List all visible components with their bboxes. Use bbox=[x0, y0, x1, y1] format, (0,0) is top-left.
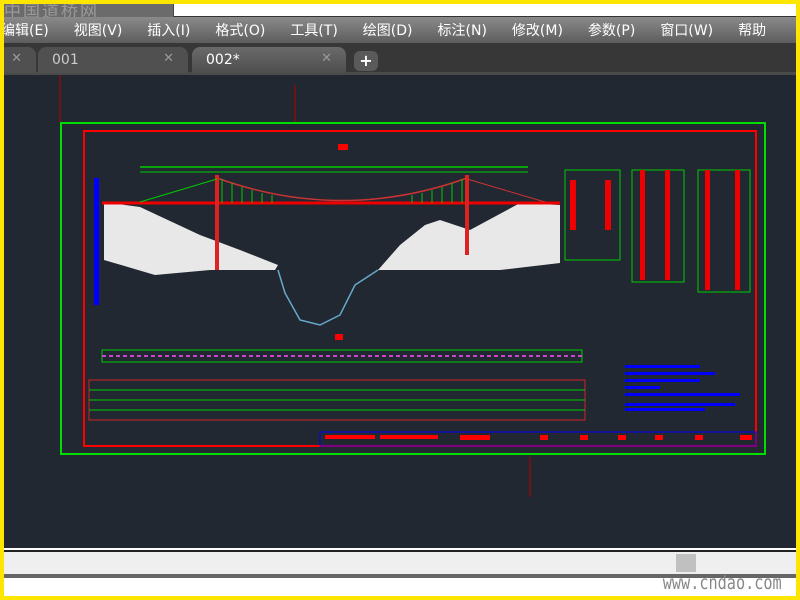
riverbed-line bbox=[277, 269, 379, 326]
document-tab-bar: ✕ 001 ✕ 002* ✕ + bbox=[0, 43, 800, 75]
watermark: www.cndao.com bbox=[663, 572, 782, 594]
notes-text bbox=[625, 365, 740, 411]
title-block-mark bbox=[338, 144, 348, 150]
menu-help[interactable]: 帮助 bbox=[725, 20, 778, 40]
new-tab-button[interactable]: + bbox=[354, 51, 378, 71]
menu-format[interactable]: 格式(O) bbox=[202, 20, 277, 40]
backstay-left bbox=[139, 178, 218, 203]
quick-access-toolbar[interactable]: 中国道桥网 bbox=[0, 0, 174, 22]
tab-hidden[interactable]: ✕ bbox=[0, 47, 36, 73]
menu-tools[interactable]: 工具(T) bbox=[277, 20, 349, 40]
drawing-frame bbox=[83, 130, 757, 447]
menu-window[interactable]: 窗口(W) bbox=[647, 20, 725, 40]
main-cable bbox=[216, 177, 468, 202]
menu-bar: 编辑(E) 视图(V) 插入(I) 格式(O) 工具(T) 绘图(D) 标注(N… bbox=[0, 17, 800, 43]
terrain-left bbox=[104, 202, 278, 275]
menu-insert[interactable]: 插入(I) bbox=[134, 20, 202, 40]
menu-parameters[interactable]: 参数(P) bbox=[575, 20, 647, 40]
bridge-drawing bbox=[59, 75, 766, 497]
title-bar: 中国道桥网 bbox=[0, 0, 800, 22]
tab-001[interactable]: 001 ✕ bbox=[38, 47, 188, 73]
tab-label: 002* bbox=[206, 52, 240, 68]
table-grid bbox=[89, 389, 585, 411]
menu-dimension[interactable]: 标注(N) bbox=[425, 20, 499, 40]
drawing-canvas[interactable] bbox=[0, 75, 800, 548]
plan-title-mark bbox=[335, 334, 343, 340]
close-icon[interactable]: ✕ bbox=[163, 51, 174, 66]
menu-draw[interactable]: 绘图(D) bbox=[350, 20, 425, 40]
close-icon[interactable]: ✕ bbox=[11, 51, 22, 66]
menu-edit[interactable]: 编辑(E) bbox=[0, 20, 61, 40]
tab-label: 001 bbox=[52, 52, 79, 68]
backstay-right bbox=[466, 178, 546, 203]
legend-text-block bbox=[94, 178, 99, 305]
title-block-fields bbox=[325, 435, 752, 440]
pier-details bbox=[564, 169, 751, 293]
pier-red-marks bbox=[570, 170, 740, 290]
close-icon[interactable]: ✕ bbox=[321, 51, 332, 66]
menu-modify[interactable]: 修改(M) bbox=[499, 20, 575, 40]
menu-view[interactable]: 视图(V) bbox=[61, 20, 135, 40]
tab-002[interactable]: 002* ✕ bbox=[192, 47, 346, 73]
scrollbar-thumb[interactable] bbox=[676, 554, 696, 572]
